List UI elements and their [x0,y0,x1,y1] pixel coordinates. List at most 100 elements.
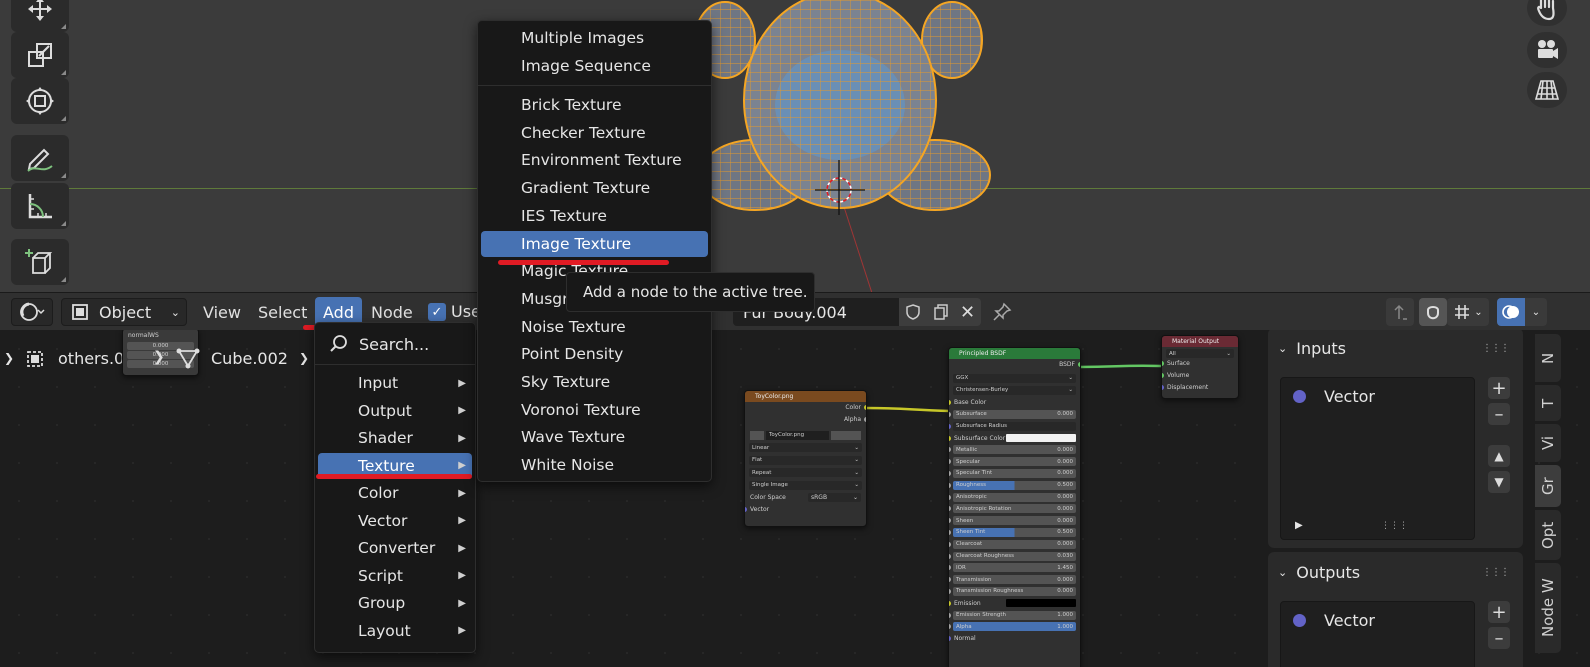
socket[interactable] [949,400,951,406]
value-field[interactable]: Alpha 1.000 [953,622,1076,632]
tab-vi[interactable]: Vi [1535,424,1561,462]
value-field[interactable]: Clearcoat Roughness 0.030 [953,551,1076,561]
editor-type-dropdown[interactable] [11,298,53,326]
socket[interactable] [1162,384,1164,390]
value-field[interactable]: Sheen 0.000 [953,516,1076,526]
texture-item-white-noise[interactable]: White Noise [481,452,708,478]
socket[interactable] [949,529,951,535]
menu-view[interactable]: View [196,297,248,327]
pan-view-button[interactable] [1527,0,1567,26]
socket[interactable] [949,588,951,594]
move-up-button[interactable]: ▲ [1488,445,1510,467]
image-buttons[interactable] [831,430,861,440]
value-field[interactable]: Subsurface 0.000 [953,409,1076,419]
socket[interactable] [949,482,951,488]
value-field[interactable]: Subsurface Radius [953,421,1076,431]
texture-item-wave-texture[interactable]: Wave Texture [481,424,708,450]
overlays-dropdown[interactable]: ⌄ [1525,298,1547,326]
transform-tool[interactable] [11,0,69,32]
add-menu-item-converter[interactable]: Converter ▶ [318,535,472,561]
projection-dropdown[interactable]: Flat ⌄ [749,455,862,465]
socket-name[interactable]: Vector [1324,387,1375,406]
play-icon[interactable]: ▶ [1295,520,1303,531]
tab-node-wrangler[interactable]: Node W [1535,563,1561,653]
ortho-view-button[interactable] [1527,72,1567,108]
socket[interactable] [745,507,747,513]
value-field[interactable]: Transmission 0.000 [953,575,1076,585]
add-menu-item-group[interactable]: Group ▶ [318,590,472,616]
value-field[interactable]: Anisotropic 0.000 [953,492,1076,502]
add-menu-item-vector[interactable]: Vector ▶ [318,508,472,534]
add-menu-item-shader[interactable]: Shader ▶ [318,425,472,451]
texture-item-point-density[interactable]: Point Density [481,341,708,367]
socket[interactable] [949,612,951,618]
socket[interactable] [1162,361,1164,367]
value-field[interactable]: Anisotropic Rotation 0.000 [953,504,1076,514]
socket[interactable] [1162,373,1164,379]
socket[interactable] [949,541,951,547]
panel-header-outputs[interactable]: ⌄ Outputs ⋮⋮⋮ [1268,552,1523,592]
value-field[interactable]: Transmission Roughness 0.000 [953,586,1076,596]
subsurface-method-dropdown[interactable]: Christensen-Burley ⌄ [953,385,1076,395]
socket[interactable] [949,577,951,583]
fake-user-button[interactable] [899,298,927,326]
socket[interactable] [949,494,951,500]
socket[interactable] [949,636,951,642]
image-name-field[interactable]: ToyColor.png [766,430,829,440]
texture-item-image-texture[interactable]: Image Texture [481,230,708,257]
socket[interactable] [949,553,951,559]
material-output-node[interactable]: Material Output All ⌄ Surface Volume Disp… [1161,335,1239,399]
interpolation-dropdown[interactable]: Linear ⌄ [749,443,862,453]
texture-item-gradient-texture[interactable]: Gradient Texture [481,175,708,201]
3d-viewport[interactable] [0,0,1590,292]
texture-item-voronoi-texture[interactable]: Voronoi Texture [481,397,708,423]
image-browse-icon[interactable] [750,430,764,440]
texture-item-checker-texture[interactable]: Checker Texture [481,120,708,146]
drag-handle-icon[interactable]: ⋮⋮⋮ [1482,567,1510,578]
socket[interactable] [949,624,951,630]
colorspace-dropdown[interactable]: sRGB ⌄ [808,493,861,503]
transform-all-tool[interactable] [11,78,69,124]
value-field[interactable]: Metallic 0.000 [953,445,1076,455]
socket[interactable] [949,435,951,441]
annotate-tool[interactable] [11,135,69,181]
add-menu-search[interactable]: Search... [329,331,429,357]
node-editor-canvas[interactable]: ❯ others.001 normalWS 0.000 0.000 0.000 … [0,330,1590,667]
source-dropdown[interactable]: Single Image ⌄ [749,480,862,490]
outputs-socket-list[interactable]: Vector [1280,601,1475,667]
principled-bsdf-node[interactable]: Principled BSDF BSDF GGX ⌄ Christensen-Bu… [948,347,1081,667]
panel-header-inputs[interactable]: ⌄ Inputs ⋮⋮⋮ [1268,330,1523,368]
value-field[interactable]: Sheen Tint 0.500 [953,527,1076,537]
texture-item-environment-texture[interactable]: Environment Texture [481,147,708,173]
camera-view-button[interactable] [1527,32,1567,68]
menu-select[interactable]: Select [251,297,314,327]
pin-button[interactable] [990,300,1014,324]
add-menu-item-input[interactable]: Input ▶ [318,370,472,396]
socket-name[interactable]: Vector [1324,611,1375,630]
move-down-button[interactable]: ▼ [1488,471,1510,493]
resize-handle-icon[interactable]: ⋮⋮⋮ [1381,521,1408,531]
tab-gr[interactable]: Gr [1535,465,1561,507]
remove-socket-button[interactable]: – [1488,403,1510,425]
socket[interactable] [949,506,951,512]
value-field[interactable]: IOR 1.450 [953,563,1076,573]
value-field[interactable]: Emission Strength 1.000 [953,610,1076,620]
add-cube-tool[interactable] [11,239,69,285]
texture-item-ies-texture[interactable]: IES Texture [481,203,708,229]
add-menu-item-color[interactable]: Color ▶ [318,480,472,506]
socket[interactable] [864,417,866,423]
tab-t[interactable]: T [1535,385,1561,421]
add-menu-item-layout[interactable]: Layout ▶ [318,618,472,644]
socket[interactable] [949,470,951,476]
extension-dropdown[interactable]: Repeat ⌄ [749,468,862,478]
duplicate-material-button[interactable] [927,298,954,326]
tab-opt[interactable]: Opt [1535,510,1561,560]
color-swatch[interactable] [1006,599,1076,608]
texture-item-noise-texture[interactable]: Noise Texture [481,314,708,340]
texture-item-brick-texture[interactable]: Brick Texture [481,92,708,118]
use-nodes-checkbox[interactable]: ✓ [428,303,446,321]
overlays-toggle[interactable] [1497,298,1525,326]
socket[interactable] [949,518,951,524]
socket[interactable] [949,565,951,571]
unlink-material-button[interactable]: ✕ [954,298,981,326]
